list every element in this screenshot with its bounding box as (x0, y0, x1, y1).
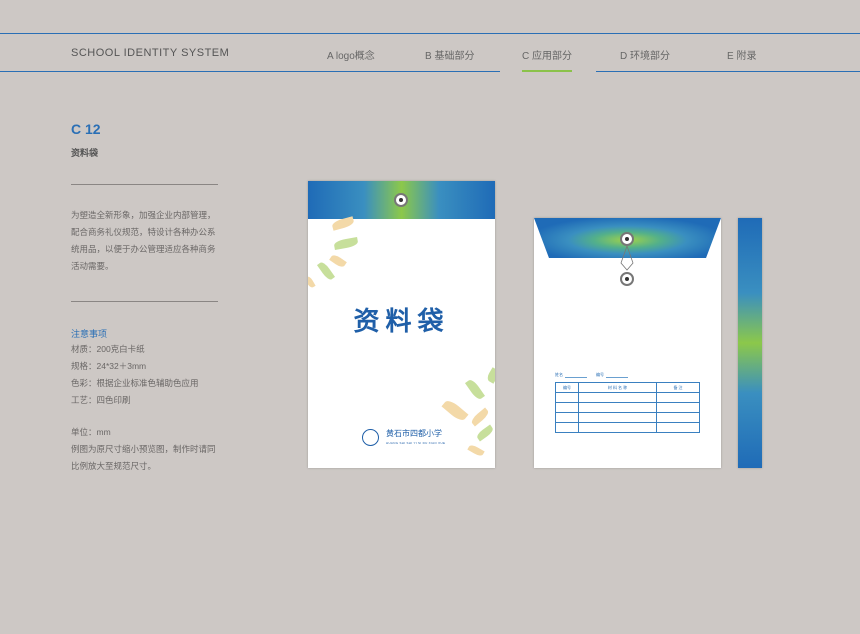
leaf-icon (308, 275, 316, 289)
section-code: C 12 (71, 121, 101, 137)
table-header-number: 编号 (555, 382, 579, 393)
envelope-spine (738, 218, 762, 468)
notes-list: 材质：200克白卡纸 规格：24*32＋3mm 色彩：根据企业标准色辅助色应用 … (71, 344, 199, 405)
school-logo-icon (362, 429, 379, 446)
name-underline (565, 377, 587, 378)
string-button-bottom-icon (620, 272, 634, 286)
leaf-icon (333, 236, 359, 251)
leaf-icon (465, 377, 485, 402)
name-label: 姓名 (555, 372, 563, 377)
number-underline (606, 377, 628, 378)
nav-item-environment[interactable]: D 环境部分 (620, 47, 670, 62)
unit-note: 单位：mm 例图为原尺寸缩小预览图，制作时请同 比例放大至规范尺寸。 (71, 427, 216, 471)
nav-item-appendix[interactable]: E 附录 (727, 47, 756, 62)
brand-title: SCHOOL IDENTITY SYSTEM (71, 47, 230, 59)
table-header-remark: 备 注 (656, 382, 700, 393)
table-row (555, 422, 700, 433)
envelope-back: 姓名 编号 编号 材 料 名 称 备 注 (534, 218, 721, 468)
envelope-front: 资料袋 (308, 181, 495, 468)
nav-item-basic[interactable]: B 基础部分 (425, 47, 474, 62)
section-description: 为塑造全新形象，加强企业内部管理， 配合商务礼仪规范，特设计各种办公系 统用品，… (71, 210, 216, 271)
table-row (555, 412, 700, 423)
string-button-icon (394, 193, 408, 207)
nav-item-logo[interactable]: A logo概念 (327, 47, 375, 62)
school-pinyin: HUANG SHI SHI YI SI DU XIAO XUE (386, 441, 446, 445)
header-bottom-rule-left (0, 71, 500, 72)
leaf-icon (329, 253, 347, 269)
nav-item-application[interactable]: C 应用部分 (522, 47, 572, 62)
material-table: 编号 材 料 名 称 备 注 (555, 382, 700, 433)
notes-title: 注意事项 (71, 329, 108, 339)
divider-1 (71, 184, 218, 185)
leaf-icon (485, 367, 495, 384)
header-top-rule (0, 33, 860, 34)
header-bottom-rule-right (596, 71, 860, 72)
table-row (555, 402, 700, 413)
leaf-icon (316, 260, 336, 282)
leaf-icon (467, 443, 485, 458)
number-label: 编号 (596, 372, 604, 377)
leaf-icon (469, 407, 491, 427)
school-name: 黄石市四都小学 (386, 429, 442, 438)
envelope-front-title: 资料袋 (353, 307, 450, 337)
leaf-icon (475, 424, 495, 442)
leaf-icon (441, 397, 469, 424)
nav-active-indicator (522, 70, 572, 72)
section-title: 资料袋 (71, 148, 99, 158)
table-row (555, 392, 700, 403)
divider-2 (71, 301, 218, 302)
table-header-material: 材 料 名 称 (578, 382, 657, 393)
